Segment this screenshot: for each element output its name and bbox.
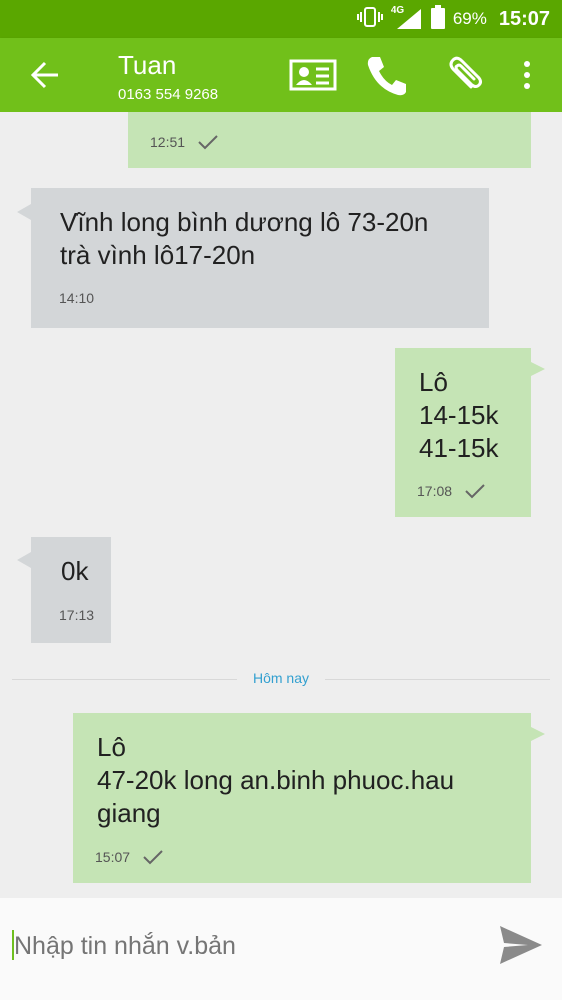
delivered-check-icon: [197, 134, 219, 155]
message-bubble-incoming[interactable]: 0k 17:13: [31, 537, 111, 643]
clock: 15:07: [498, 7, 550, 30]
contact-name: Tuan: [118, 50, 177, 80]
message-text: 0k: [61, 556, 89, 586]
delivered-check-icon: [142, 849, 164, 870]
send-icon[interactable]: [498, 924, 544, 971]
bubble-tail: [17, 552, 31, 568]
message-time: 14:10: [59, 290, 95, 306]
bubble-tail: [531, 727, 545, 741]
app-bar: Tuan 0163 554 9268: [0, 38, 562, 112]
network-type: 4G: [390, 5, 405, 16]
vibrate-icon: [356, 6, 383, 33]
status-bar: 4G 69% 15:07: [0, 0, 562, 38]
message-time: 17:13: [59, 607, 95, 623]
message-bubble-outgoing[interactable]: Lô 47-20k long an.binh phuoc.hau giang 1…: [73, 713, 531, 883]
message-text: Vĩnh long bình dương lô 73-20n trà vình …: [60, 207, 429, 270]
delivered-check-icon: [464, 483, 486, 504]
date-divider-line: [325, 679, 550, 680]
message-bubble-outgoing[interactable]: 12:51: [128, 112, 531, 168]
contact-phone: 0163 554 9268: [118, 86, 219, 103]
more-options-icon[interactable]: [522, 60, 532, 95]
back-arrow-icon[interactable]: [30, 58, 64, 92]
contact-card-icon[interactable]: [289, 55, 337, 100]
message-bubble-outgoing[interactable]: Lô 14-15k 41-15k 17:08: [395, 348, 531, 517]
battery-percent: 69%: [452, 9, 487, 28]
date-divider: Hôm nay: [252, 670, 310, 686]
message-time: 12:51: [150, 134, 186, 150]
bubble-tail: [531, 362, 545, 376]
message-bubble-incoming[interactable]: Vĩnh long bình dương lô 73-20n trà vình …: [31, 188, 489, 328]
status-icons: 4G 69% 15:07: [356, 0, 550, 38]
message-time: 17:08: [417, 483, 453, 499]
composer-bar: [0, 898, 562, 1000]
attach-icon[interactable]: [441, 53, 485, 102]
message-text: Lô 47-20k long an.binh phuoc.hau giang: [97, 732, 455, 828]
message-text: Lô 14-15k 41-15k: [419, 367, 499, 463]
message-list: 12:51 Vĩnh long bình dương lô 73-20n trà…: [0, 112, 562, 898]
message-time: 15:07: [95, 849, 131, 865]
battery-icon: [430, 4, 445, 34]
phone-call-icon[interactable]: [364, 53, 408, 102]
bubble-tail: [17, 204, 31, 220]
message-input[interactable]: [14, 926, 474, 966]
signal-icon: 4G: [390, 5, 423, 31]
